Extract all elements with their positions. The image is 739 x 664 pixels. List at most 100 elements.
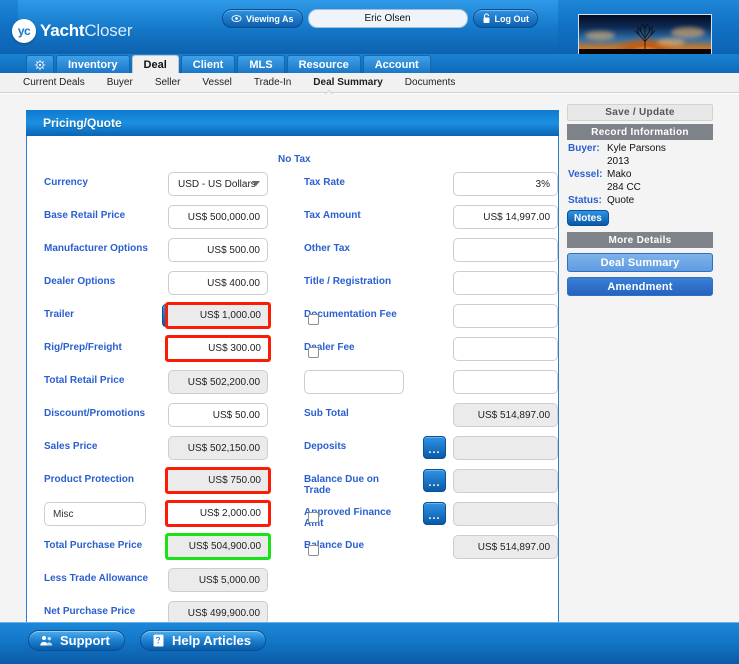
less-trade-allowance-value: US$ 5,000.00 <box>168 568 268 592</box>
misc-amount-input[interactable]: US$ 2,000.00 <box>165 500 271 527</box>
manufacturer-options-input[interactable]: US$ 500.00 <box>168 238 268 262</box>
base-retail-price-input[interactable]: US$ 500,000.00 <box>168 205 268 229</box>
label-discount-promotions: Discount/Promotions <box>44 408 146 419</box>
save-update-button[interactable]: Save / Update <box>567 104 713 121</box>
dealer-fee-checkbox[interactable] <box>308 347 319 358</box>
row-rig-prep-freight: Rig/Prep/Freight US$ 300.00 <box>27 335 285 370</box>
row-tax-amount: Tax Amount US$ 14,997.00 <box>285 205 558 238</box>
approved-finance-amt-checkbox[interactable] <box>308 545 319 556</box>
subnav-item-vessel[interactable]: Vessel <box>191 77 242 88</box>
record-information-header: Record Information <box>567 124 713 140</box>
tab-mls[interactable]: MLS <box>237 55 285 73</box>
misc-label-input[interactable]: Misc <box>44 502 146 526</box>
discount-promotions-input[interactable]: US$ 50.00 <box>168 403 268 427</box>
viewing-as-user-field[interactable]: Eric Olsen <box>307 9 468 28</box>
label-currency: Currency <box>44 177 88 188</box>
app-footer: Support Help Articles Log Caches v:2020.… <box>0 622 739 664</box>
support-people-icon <box>39 633 54 648</box>
subnav-item-deal-summary[interactable]: Deal Summary <box>302 77 393 88</box>
subnav-item-seller[interactable]: Seller <box>144 77 192 88</box>
row-balance-due: Balance Due US$ 514,897.00 <box>285 535 558 568</box>
custom-fee-label-input[interactable] <box>304 370 404 394</box>
dealer-fee-input[interactable] <box>453 337 558 361</box>
no-tax-label: No Tax <box>278 154 311 165</box>
label-base-retail-price: Base Retail Price <box>44 210 126 221</box>
subnav-item-current-deals[interactable]: Current Deals <box>12 77 96 88</box>
deal-summary-button[interactable]: Deal Summary <box>567 253 713 272</box>
label-net-purchase-price: Net Purchase Price <box>44 606 136 617</box>
logout-button[interactable]: Log Out <box>472 9 539 28</box>
trailer-input[interactable]: US$ 1,000.00 <box>165 302 271 329</box>
row-trailer: Trailer ... US$ 1,000.00 <box>27 302 285 337</box>
logout-label: Log Out <box>494 13 530 24</box>
pricing-left-column: Currency USD - US Dollars Base Retail Pr… <box>27 172 285 622</box>
record-buyer-key: Buyer: <box>568 143 600 154</box>
tab-resource[interactable]: Resource <box>286 55 361 73</box>
row-deposits: Deposits ... <box>285 436 558 469</box>
custom-fee-amount-input[interactable] <box>453 370 558 394</box>
right-sidebar: Save / Update Record Information Buyer: … <box>567 104 713 296</box>
viewing-as-button[interactable]: Viewing As <box>222 9 303 28</box>
tree-silhouette-icon <box>634 23 656 52</box>
pricing-quote-panel-body: No Tax Currency USD - US Dollars Base Re… <box>27 136 558 622</box>
lock-icon <box>482 13 491 24</box>
currency-select[interactable]: USD - US Dollars <box>168 172 268 196</box>
label-balance-due-on-trade: Balance Due on Trade <box>304 474 380 496</box>
row-discount-promotions: Discount/Promotions US$ 50.00 <box>27 403 285 436</box>
rig-prep-freight-input[interactable]: US$ 300.00 <box>165 335 271 362</box>
tab-client[interactable]: Client <box>180 55 236 73</box>
row-total-retail-price: Total Retail Price US$ 502,200.00 <box>27 370 285 403</box>
amendment-button[interactable]: Amendment <box>567 277 713 296</box>
app-root: yc YachtCloser Viewing As Eric Olsen Log… <box>0 0 739 664</box>
row-misc: Misc US$ 2,000.00 <box>27 500 285 535</box>
row-manufacturer-options: Manufacturer Options US$ 500.00 <box>27 238 285 271</box>
row-total-purchase-price: Total Purchase Price US$ 504,900.00 <box>27 533 285 568</box>
sales-price-value: US$ 502,150.00 <box>168 436 268 460</box>
subnav-item-trade-in[interactable]: Trade-In <box>243 77 302 88</box>
row-custom-fee <box>285 370 558 403</box>
label-total-purchase-price: Total Purchase Price <box>44 540 143 551</box>
approved-finance-amt-detail-button[interactable]: ... <box>423 502 446 525</box>
tax-amount-input[interactable]: US$ 14,997.00 <box>453 205 558 229</box>
subnav-item-buyer[interactable]: Buyer <box>96 77 144 88</box>
row-sub-total: Sub Total US$ 514,897.00 <box>285 403 558 436</box>
balance-due-on-trade-value <box>453 469 558 493</box>
other-tax-input[interactable] <box>453 238 558 262</box>
tab-deal[interactable]: Deal <box>131 55 179 73</box>
panel-title: Pricing/Quote <box>43 116 122 130</box>
documentation-fee-checkbox[interactable] <box>308 314 319 325</box>
app-logo[interactable]: yc YachtCloser <box>12 19 132 43</box>
label-other-tax: Other Tax <box>304 243 350 254</box>
subnav-item-documents[interactable]: Documents <box>394 77 467 88</box>
balance-due-value: US$ 514,897.00 <box>453 535 558 559</box>
record-vessel-value: Mako <box>607 169 632 180</box>
record-status-value: Quote <box>607 195 635 206</box>
label-title-registration: Title / Registration <box>304 276 392 287</box>
dealer-options-input[interactable]: US$ 400.00 <box>168 271 268 295</box>
record-row-buyer: Buyer: Kyle Parsons <box>567 142 713 155</box>
label-dealer-options: Dealer Options <box>44 276 116 287</box>
row-balance-due-on-trade: Balance Due on Trade ... <box>285 469 558 502</box>
notes-button[interactable]: Notes <box>567 210 609 226</box>
pricing-right-column: Tax Rate 3% Tax Amount US$ 14,997.00 Oth… <box>285 172 558 568</box>
label-less-trade-allowance: Less Trade Allowance <box>44 573 149 584</box>
record-buyer-sub: 2013 <box>607 156 630 167</box>
record-vessel-key: Vessel: <box>568 169 603 180</box>
tax-rate-input[interactable]: 3% <box>453 172 558 196</box>
tab-account[interactable]: Account <box>362 55 431 73</box>
tab-dashboard[interactable] <box>26 55 54 73</box>
record-status-key: Status: <box>568 195 602 206</box>
help-articles-button[interactable]: Help Articles <box>140 630 266 651</box>
record-information-list: Buyer: Kyle Parsons 2013 Vessel: Mako 28… <box>567 140 713 226</box>
balance-due-on-trade-detail-button[interactable]: ... <box>423 469 446 492</box>
logo-bold-text: Yacht <box>40 21 85 40</box>
header-banner-image <box>578 14 712 57</box>
deposits-detail-button[interactable]: ... <box>423 436 446 459</box>
title-registration-input[interactable] <box>453 271 558 295</box>
balance-due-on-trade-checkbox[interactable] <box>308 512 319 523</box>
row-tax-rate: Tax Rate 3% <box>285 172 558 205</box>
support-button[interactable]: Support <box>28 630 125 651</box>
documentation-fee-input[interactable] <box>453 304 558 328</box>
tab-inventory[interactable]: Inventory <box>56 55 130 73</box>
product-protection-input[interactable]: US$ 750.00 <box>165 467 271 494</box>
